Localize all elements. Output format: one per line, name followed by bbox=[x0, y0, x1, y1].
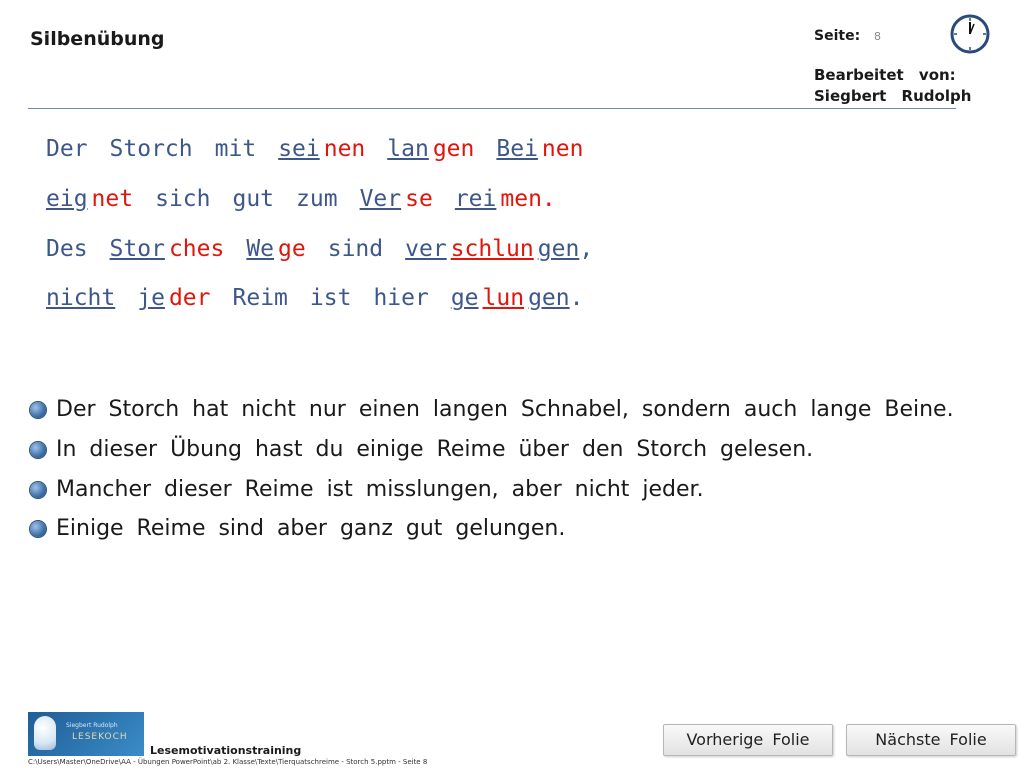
poem-word: Stor ches bbox=[110, 234, 225, 264]
syllable: . bbox=[569, 285, 584, 311]
syllable: sind bbox=[327, 236, 384, 262]
poem-word: ver schlun gen, bbox=[405, 234, 593, 264]
syllable: nicht bbox=[46, 285, 116, 311]
page-label: Seite: bbox=[814, 28, 861, 44]
syllable: se bbox=[405, 186, 433, 212]
poem-word: mit bbox=[215, 134, 257, 164]
page-number: 8 bbox=[874, 30, 881, 43]
logo-author-text: Siegbert Rudolph bbox=[66, 722, 118, 729]
syllable: ver bbox=[405, 236, 447, 262]
clock-icon[interactable] bbox=[948, 14, 992, 54]
header-divider bbox=[28, 108, 956, 109]
bullet-dot-icon bbox=[30, 402, 46, 418]
poem-word: Reim bbox=[233, 283, 288, 313]
syllable: zum bbox=[296, 186, 338, 212]
poem-word: je der bbox=[137, 283, 210, 313]
syllable: nen bbox=[323, 136, 366, 162]
syllable: We bbox=[246, 236, 275, 262]
syllable: mit bbox=[214, 136, 257, 162]
lightbulb-icon bbox=[34, 716, 56, 750]
poem-word: Des bbox=[46, 234, 88, 264]
syllable: men. bbox=[500, 186, 556, 212]
syllable: Storch bbox=[109, 136, 193, 162]
syllable: schlun bbox=[450, 236, 534, 262]
syllable: Stor bbox=[109, 236, 165, 262]
slide-title: Silbenübung bbox=[30, 28, 165, 50]
poem-word: Storch bbox=[110, 134, 193, 164]
bullet-text: In dieser Übung hast du einige Reime übe… bbox=[56, 437, 814, 462]
bullet-item: Einige Reime sind aber ganz gut gelungen… bbox=[30, 516, 565, 541]
bullet-item: Mancher dieser Reime ist misslungen, abe… bbox=[30, 477, 704, 502]
bullet-item: Der Storch hat nicht nur einen langen Sc… bbox=[30, 397, 954, 422]
poem-word: nicht bbox=[46, 283, 115, 313]
syllable: hier bbox=[373, 285, 429, 311]
previous-slide-button[interactable]: Vorherige Folie bbox=[663, 724, 833, 756]
poem-word: eig net bbox=[46, 184, 133, 214]
syllable: Des bbox=[46, 236, 88, 262]
poem-word: sich bbox=[155, 184, 210, 214]
syllable: eig bbox=[46, 186, 88, 212]
footer-label: Lesemotivationstraining bbox=[150, 744, 302, 757]
poem-word: zum bbox=[296, 184, 338, 214]
poem-word: ge lun gen. bbox=[451, 283, 584, 313]
syllable: je bbox=[137, 285, 165, 311]
author-name: Siegbert Rudolph bbox=[814, 87, 972, 105]
poem-line-4: nicht je der Reim ist hier ge lun gen. bbox=[46, 283, 583, 313]
poem-word: gut bbox=[232, 184, 274, 214]
syllable: lun bbox=[482, 285, 525, 311]
syllable: ge bbox=[278, 236, 306, 262]
poem-word: ist bbox=[310, 283, 352, 313]
bullet-text: Der Storch hat nicht nur einen langen Sc… bbox=[56, 397, 954, 422]
poem-line-1: Der Storch mit sei nen lan gen Bei nen bbox=[46, 134, 583, 164]
poem-word: We ge bbox=[246, 234, 305, 264]
poem-word: sind bbox=[328, 234, 383, 264]
bullet-dot-icon bbox=[30, 482, 46, 498]
bullet-text: Einige Reime sind aber ganz gut gelungen… bbox=[56, 516, 566, 541]
syllable: nen bbox=[541, 136, 584, 162]
syllable: gen bbox=[432, 136, 475, 162]
poem-line-3: Des Stor ches We ge sind ver schlun gen, bbox=[46, 234, 593, 264]
syllable: net bbox=[91, 186, 134, 212]
poem-word: sei nen bbox=[278, 134, 365, 164]
syllable: sei bbox=[278, 136, 320, 162]
syllable: ches bbox=[168, 236, 225, 262]
file-path: C:\Users\Master\OneDrive\AA - Übungen Po… bbox=[28, 758, 428, 766]
syllable: der bbox=[168, 285, 211, 311]
bullet-text: Mancher dieser Reime ist misslungen, abe… bbox=[56, 477, 704, 502]
syllable: lan bbox=[387, 136, 429, 162]
next-slide-button[interactable]: Nächste Folie bbox=[846, 724, 1016, 756]
syllable: Bei bbox=[496, 136, 538, 162]
syllable: Der bbox=[46, 136, 88, 162]
syllable: Ver bbox=[359, 186, 402, 212]
lesekoch-logo: Siegbert Rudolph LESEKOCH bbox=[28, 712, 144, 756]
poem-word: hier bbox=[373, 283, 428, 313]
syllable: sich bbox=[155, 186, 211, 212]
poem-word: Bei nen bbox=[496, 134, 583, 164]
syllable: gut bbox=[232, 186, 275, 212]
bullet-item: In dieser Übung hast du einige Reime übe… bbox=[30, 437, 813, 462]
syllable: rei bbox=[454, 186, 497, 212]
syllable: gen bbox=[537, 236, 580, 262]
poem-word: Der bbox=[46, 134, 88, 164]
syllable: , bbox=[579, 236, 594, 262]
bullet-dot-icon bbox=[30, 521, 46, 537]
syllable: ist bbox=[309, 285, 352, 311]
poem-word: lan gen bbox=[387, 134, 474, 164]
syllable: Reim bbox=[232, 285, 288, 311]
bullet-dot-icon bbox=[30, 442, 46, 458]
syllable: ge bbox=[450, 285, 479, 311]
syllable: gen bbox=[528, 285, 570, 311]
poem-word: rei men. bbox=[455, 184, 556, 214]
logo-brand-text: LESEKOCH bbox=[72, 732, 128, 742]
poem-line-2: eig net sich gut zum Ver se rei men. bbox=[46, 184, 556, 214]
poem-word: Ver se bbox=[360, 184, 433, 214]
edited-by-label: Bearbeitet von: bbox=[814, 66, 956, 84]
